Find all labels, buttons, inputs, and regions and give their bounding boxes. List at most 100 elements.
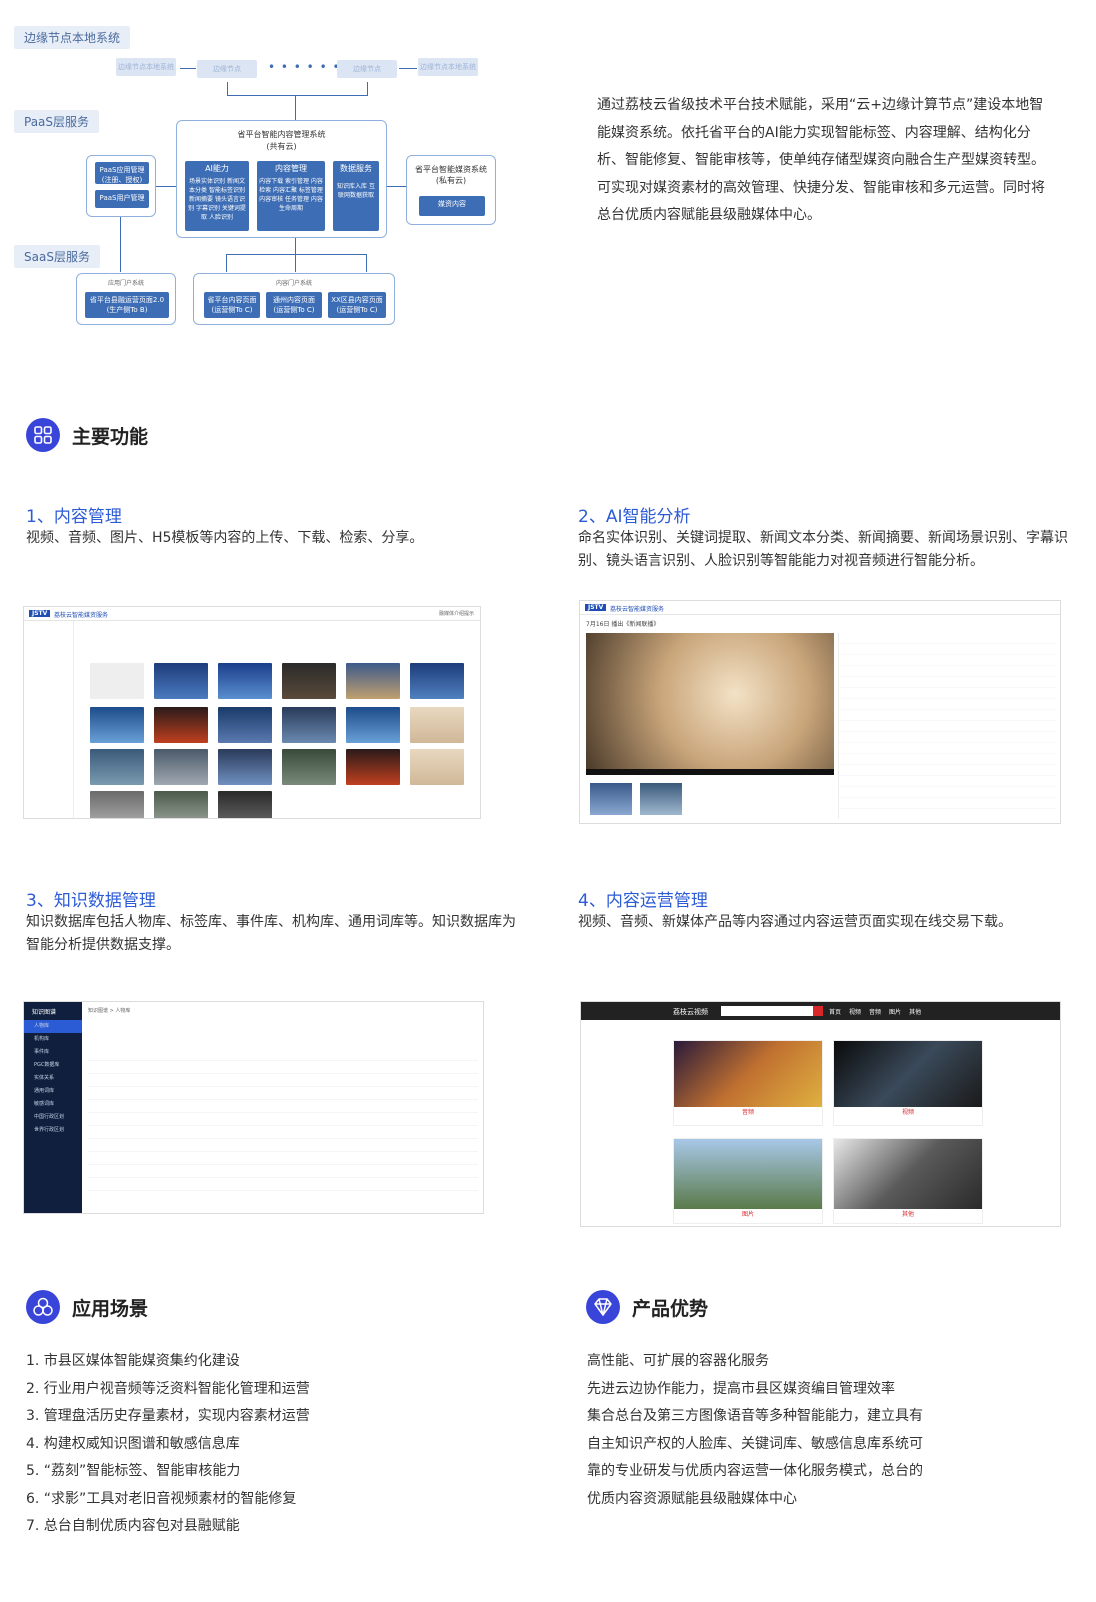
data-items: 知识库入库 互联网数据获取 — [337, 183, 375, 199]
sidebar-menu-item: 实体关系 — [34, 1075, 55, 1081]
clip-thumb[interactable] — [590, 783, 632, 815]
screenshot-content-operation: 荔枝云视频 首页 视频 音频 图片 其他 音频 视频 图片 其他 — [580, 1001, 1061, 1227]
card-label: 其他 — [901, 1211, 914, 1218]
edge-node-2: 边缘节点 — [197, 60, 257, 78]
scenario-item: 2. 行业用户视音频等泛资料智能化管理和运营 — [26, 1380, 310, 1397]
thumb — [90, 791, 144, 818]
connector — [120, 217, 121, 272]
content-portal-box: 内容门户系统 省平台内容页面 (运营侧To C) 通州内容页面 (运营侧To C… — [193, 273, 395, 325]
card-audio[interactable]: 音频 — [673, 1040, 823, 1126]
card-label: 视频 — [901, 1109, 914, 1116]
feature-title-1: 1、内容管理 — [26, 507, 122, 527]
thumb — [90, 749, 144, 785]
private-title: 省平台智能媒资系统 — [415, 165, 487, 174]
thumb — [218, 791, 272, 818]
thumb — [154, 749, 208, 785]
shot-user: 融媒体介绍提示 — [438, 611, 474, 617]
grid-icon — [26, 418, 60, 452]
scenario-item: 5. “荔刻”智能标签、智能审核能力 — [26, 1463, 241, 1479]
thumb — [410, 749, 464, 785]
sidebar-menu-item: 中国行政区划 — [34, 1114, 65, 1120]
advantage-item: 靠的专业研发与优质内容运营一体化服务模式，总台的 — [587, 1463, 923, 1479]
architecture-diagram: 边缘节点本地系统 PaaS层服务 SaaS层服务 边缘节点本地系统 边缘节点 •… — [10, 20, 520, 340]
nav-item[interactable]: 音频 — [869, 1009, 881, 1016]
card-label: 图片 — [741, 1211, 754, 1218]
ai-title: AI能力 — [205, 164, 229, 173]
video-player[interactable] — [586, 633, 834, 769]
data-title: 数据服务 — [340, 164, 372, 173]
app-portal-item: 省平台县融运营页面2.0 (生产侧To B) — [85, 292, 169, 318]
feature-title-4: 4、内容运营管理 — [578, 891, 708, 911]
thumb — [90, 707, 144, 743]
edge-node-3: 边缘节点 — [337, 60, 397, 78]
thumb — [218, 707, 272, 743]
search-input[interactable] — [721, 1006, 813, 1016]
connector — [387, 186, 406, 187]
feature-title-3: 3、知识数据管理 — [26, 891, 156, 911]
breadcrumb: 知识图谱 > 人物库 — [88, 1008, 131, 1014]
advantage-item: 高性能、可扩展的容器化服务 — [587, 1353, 769, 1369]
shot-sidebar: 知识图谱 人物库 机构库 事件库 PGC数据库 实体关系 通用词库 敏感词库 中国行政区划 世界… — [24, 1002, 82, 1213]
ai-items: 场景实体识别 新闻文本分类 智能标签识别 新闻摘要 镜头语言识别 字幕识别 关键… — [188, 178, 246, 221]
shot-logo: JSTV — [585, 604, 607, 611]
sidebar-menu-item: 人物库 — [24, 1020, 82, 1033]
portal-item-2: 通州内容页面 (运营侧To C) — [266, 292, 322, 318]
advantage-item: 先进云边协作能力，提高市县区媒资编目管理效率 — [587, 1380, 895, 1397]
screenshot-knowledge-data: 知识图谱 人物库 机构库 事件库 PGC数据库 实体关系 通用词库 敏感词库 中国行政区划 世界… — [23, 1001, 484, 1214]
card-video[interactable]: 视频 — [833, 1040, 983, 1126]
feature-desc-3: 知识数据库包括人物库、标签库、事件库、机构库、通用词库等。知识数据库为智能分析提… — [26, 914, 516, 953]
shot-brand: 荔枝云智能媒资服务 — [54, 612, 109, 619]
diamond-icon — [586, 1290, 620, 1324]
thumb — [282, 663, 336, 699]
card-other[interactable]: 其他 — [833, 1138, 983, 1224]
thumb — [410, 663, 464, 699]
media-content: 媒资内容 — [419, 196, 485, 216]
shot-brand: 知识图谱 — [32, 1009, 57, 1016]
app-portal-title: 应用门户系统 — [107, 280, 144, 287]
circles-icon — [26, 1290, 60, 1324]
thumb — [154, 707, 208, 743]
thumb — [154, 791, 208, 818]
nav-item[interactable]: 其他 — [909, 1009, 921, 1016]
content-title: 内容管理 — [275, 164, 307, 173]
player-controls[interactable] — [586, 769, 834, 775]
nav-item[interactable]: 视频 — [849, 1009, 861, 1016]
connector — [227, 82, 228, 96]
scenario-list: 1. 市县区媒体智能媒资集约化建设 2. 行业用户视音频等泛资料智能化管理和运营 3… — [26, 1348, 546, 1541]
sidebar-menu: 人物库 机构库 事件库 PGC数据库 实体关系 通用词库 敏感词库 中国行政区划 世界行政区划 — [24, 1020, 82, 1137]
card-image-cat[interactable]: 图片 — [673, 1138, 823, 1224]
intro-paragraph: 通过荔枝云省级技术平台技术赋能，采用“云+边缘计算节点”建设本地智能媒资系统。依… — [597, 97, 1045, 223]
sidebar-menu-item: 事件库 — [34, 1049, 50, 1055]
nav-item[interactable]: 图片 — [889, 1009, 901, 1016]
connector — [399, 68, 417, 69]
analysis-panel — [838, 633, 1056, 819]
card-image — [834, 1139, 982, 1209]
shot-header: JSTV 荔枝云智能媒资服务 — [580, 601, 1060, 615]
sidebar-menu-item: 敏感词库 — [34, 1101, 55, 1107]
paas-user-management: PaaS用户管理 — [95, 190, 149, 208]
nav-item[interactable]: 首页 — [829, 1009, 841, 1016]
content-mgmt-column: 内容管理 内容下载 索引管理 内容检索 内容汇聚 标签管理 内容审核 任务管理 … — [257, 161, 325, 231]
scenario-item: 3. 管理盘活历史存量素材，实现内容素材运营 — [26, 1408, 310, 1424]
ai-capability-column: AI能力 场景实体识别 新闻文本分类 智能标签识别 新闻摘要 镜头语言识别 字幕… — [185, 161, 249, 231]
app-portal-box: 应用门户系统 省平台县融运营页面2.0 (生产侧To B) — [76, 273, 176, 325]
shot-header: JSTV 荔枝云智能媒资服务 融媒体介绍提示 — [24, 607, 480, 621]
screenshot-ai-analysis: JSTV 荔枝云智能媒资服务 7月16日 播出《新闻联播》 — [579, 600, 1061, 824]
tag-saas: SaaS层服务 — [14, 245, 100, 268]
card-image — [834, 1041, 982, 1107]
thumb — [346, 707, 400, 743]
connector — [366, 254, 367, 272]
paas-app-management: PaaS应用管理 (注册、授权) — [95, 162, 149, 184]
card-image — [674, 1139, 822, 1209]
search-button[interactable] — [813, 1006, 823, 1016]
clip-thumb[interactable] — [640, 783, 682, 815]
thumb — [218, 663, 272, 699]
thumb — [218, 749, 272, 785]
thumb — [346, 663, 400, 699]
shot-logo: JSTV — [29, 610, 51, 617]
thumb — [346, 749, 400, 785]
thumb — [282, 749, 336, 785]
scenario-item: 4. 构建权威知识图谱和敏感信息库 — [26, 1435, 240, 1452]
advantage-item: 集合总台及第三方图像语音等多种智能能力，建立具有 — [587, 1408, 923, 1424]
connector — [295, 95, 296, 121]
